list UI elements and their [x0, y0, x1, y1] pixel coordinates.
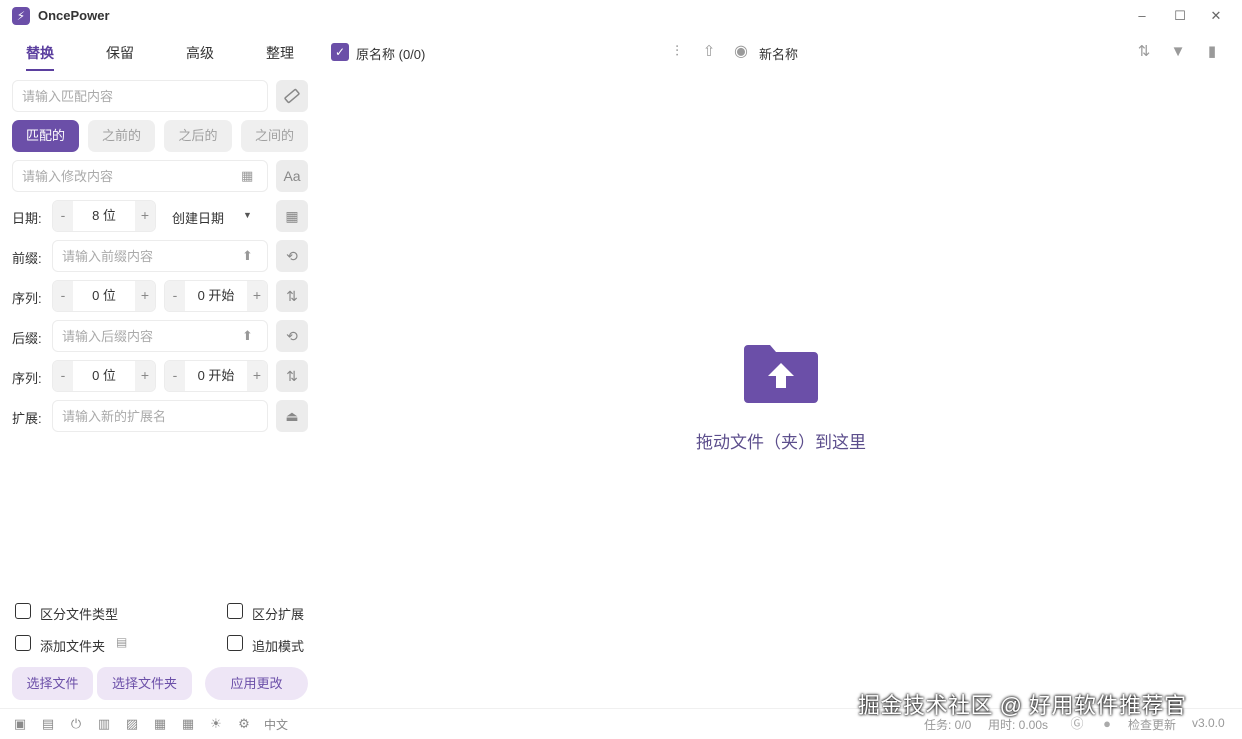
sequence-order-icon[interactable]: ⇅ [276, 360, 308, 392]
power-icon[interactable]: ⏻ [67, 715, 85, 733]
filter-icon[interactable]: ▼ [1168, 42, 1188, 62]
folder-upload-icon[interactable] [744, 343, 818, 403]
swap-icon[interactable]: ⟲ [276, 320, 308, 352]
distinguish-ext-label: 区分扩展 [252, 607, 305, 622]
calendar-icon[interactable]: ▦ [179, 715, 197, 733]
increment-button[interactable]: + [247, 281, 267, 311]
sequence-digits-stepper[interactable]: - 0 位 + [52, 280, 156, 312]
sequence-start-value: 0 开始 [197, 368, 235, 383]
sequence-start-stepper[interactable]: - 0 开始 + [164, 360, 268, 392]
ruler-icon[interactable] [276, 80, 308, 112]
app-logo: ⚡ [12, 7, 30, 25]
increment-button[interactable]: + [135, 201, 155, 231]
sequence-digits-value: 0 位 [92, 288, 116, 303]
sequence-start-stepper[interactable]: - 0 开始 + [164, 280, 268, 312]
date-type-select[interactable]: 创建日期 [172, 208, 224, 227]
chevron-down-icon[interactable]: ▼ [243, 210, 252, 220]
share-icon[interactable]: ⇧ [699, 42, 719, 62]
file-upload-icon[interactable]: ⬆ [242, 248, 253, 264]
distinguish-type-label: 区分文件类型 [40, 607, 119, 622]
folders-icon: ▤ [116, 635, 128, 649]
date-label: 日期: [12, 211, 42, 226]
original-name-checkbox[interactable]: ✓ [331, 43, 349, 61]
gear-icon[interactable]: ⚙ [235, 715, 253, 733]
app-title: OncePower [38, 8, 110, 23]
new-name-header: 新名称 [759, 47, 799, 62]
sequence-label: 序列: [12, 291, 42, 306]
tab-replace[interactable]: 替换 [26, 43, 54, 63]
increment-button[interactable]: + [247, 361, 267, 391]
waveform-icon[interactable]: ⫶ [667, 42, 687, 62]
increment-button[interactable]: + [135, 361, 155, 391]
select-folder-button[interactable]: 选择文件夹 [97, 667, 192, 700]
drop-zone-text: 拖动文件（夹）到这里 [696, 433, 866, 452]
watermark-text: 掘金技术社区 @ 好用软件推荐官 [858, 693, 1187, 718]
extension-label: 扩展: [12, 411, 42, 426]
suffix-label: 后缀: [12, 331, 42, 346]
minimize-button[interactable]: – [1132, 6, 1152, 26]
prefix-input[interactable] [52, 240, 268, 272]
tab-active-indicator [26, 69, 54, 71]
tab-advanced[interactable]: 高级 [186, 43, 214, 63]
sequence-label: 序列: [12, 371, 42, 386]
match-input[interactable] [12, 80, 268, 112]
file-icon[interactable]: ▥ [95, 715, 113, 733]
distinguish-type-checkbox[interactable] [15, 603, 31, 619]
decrement-button[interactable]: - [53, 201, 73, 231]
mode-between-button[interactable]: 之间的 [241, 120, 308, 152]
sequence-start-value: 0 开始 [197, 288, 235, 303]
calendar-icon[interactable]: ▦ [276, 200, 308, 232]
image-icon[interactable]: ▨ [123, 715, 141, 733]
date-digits-value: 8 位 [92, 208, 116, 223]
tab-keep[interactable]: 保留 [106, 43, 134, 63]
save-icon[interactable]: ▣ [11, 715, 29, 733]
sun-icon[interactable]: ☀ [207, 715, 225, 733]
suffix-input[interactable] [52, 320, 268, 352]
version-label: v3.0.0 [1192, 716, 1225, 730]
maximize-button[interactable]: ☐ [1170, 6, 1190, 26]
trash-icon[interactable]: ▮ [1202, 42, 1222, 62]
decrement-button[interactable]: - [165, 281, 185, 311]
swap-icon[interactable]: ⟲ [276, 240, 308, 272]
case-toggle-button[interactable]: Aa [276, 160, 308, 192]
tab-organize[interactable]: 整理 [266, 43, 294, 63]
modify-input[interactable] [12, 160, 268, 192]
sequence-digits-value: 0 位 [92, 368, 116, 383]
close-button[interactable]: ✕ [1206, 6, 1226, 26]
increment-button[interactable]: + [135, 281, 155, 311]
sequence-order-icon[interactable]: ⇅ [276, 280, 308, 312]
sequence-digits-stepper[interactable]: - 0 位 + [52, 360, 156, 392]
add-folder-checkbox[interactable] [15, 635, 31, 651]
language-toggle[interactable]: 中文 [264, 716, 288, 733]
mode-match-button[interactable]: 匹配的 [12, 120, 79, 152]
distinguish-ext-checkbox[interactable] [227, 603, 243, 619]
apply-changes-button[interactable]: 应用更改 [205, 667, 308, 700]
append-mode-label: 追加模式 [252, 639, 305, 654]
decrement-button[interactable]: - [53, 361, 73, 391]
mode-after-button[interactable]: 之后的 [164, 120, 232, 152]
sort-icon[interactable]: ⇅ [1134, 42, 1154, 62]
calendar-icon[interactable]: ▦ [241, 168, 253, 184]
document-icon[interactable]: ▤ [39, 715, 57, 733]
mode-before-button[interactable]: 之前的 [88, 120, 155, 152]
date-digits-stepper[interactable]: - 8 位 + [52, 200, 156, 232]
add-folder-label: 添加文件夹 [40, 639, 106, 654]
select-files-button[interactable]: 选择文件 [12, 667, 93, 700]
file-upload-icon[interactable]: ⬆ [242, 328, 253, 344]
video-icon[interactable]: ▦ [151, 715, 169, 733]
eye-icon[interactable]: ◉ [731, 42, 751, 62]
prefix-label: 前缀: [12, 251, 42, 266]
append-mode-checkbox[interactable] [227, 635, 243, 651]
original-name-header: 原名称 (0/0) [356, 47, 426, 62]
decrement-button[interactable]: - [165, 361, 185, 391]
decrement-button[interactable]: - [53, 281, 73, 311]
